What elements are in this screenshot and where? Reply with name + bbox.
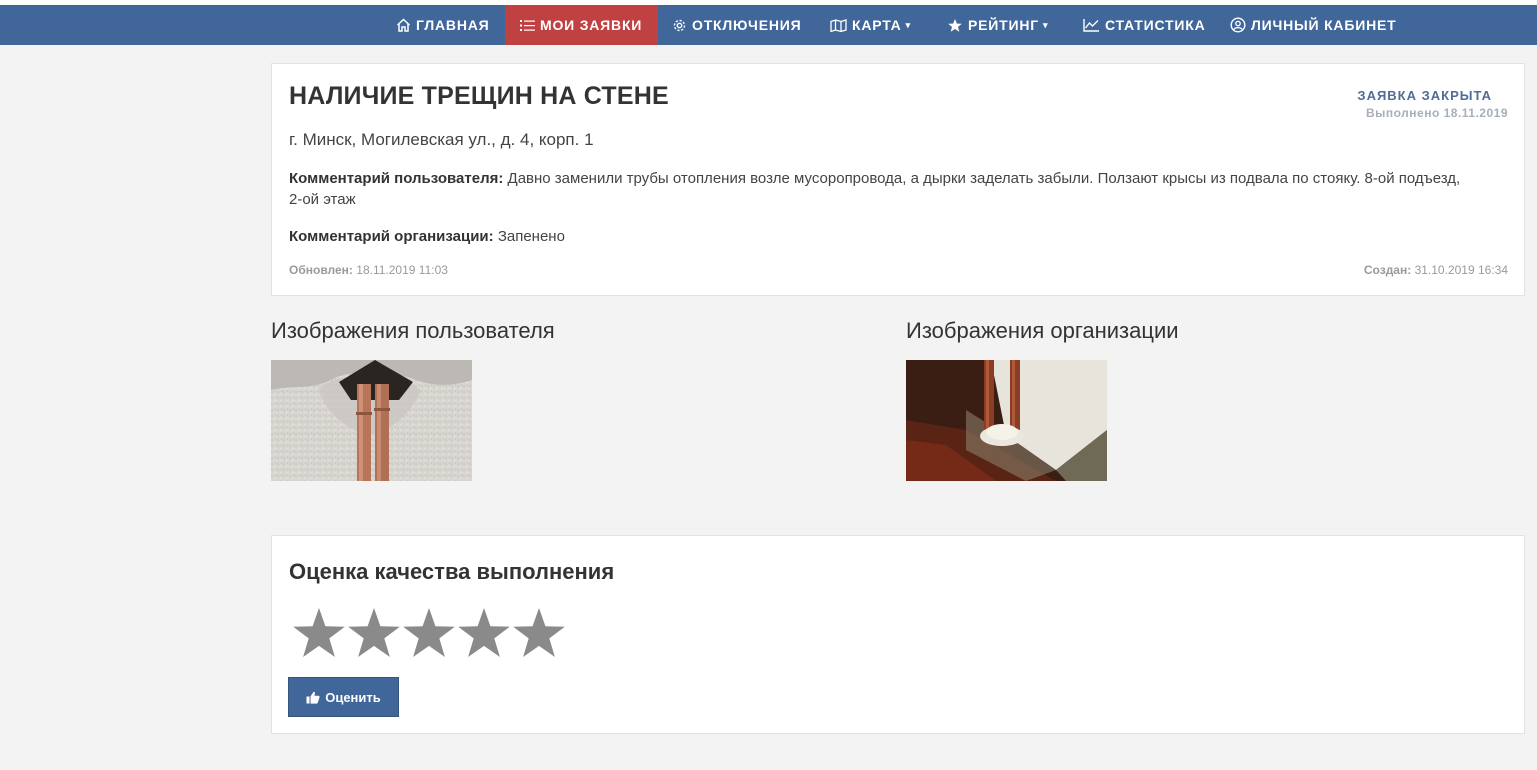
org-images-title: Изображения организации	[906, 318, 1179, 343]
request-address: г. Минск, Могилевская ул., д. 4, корп. 1	[289, 130, 594, 149]
star-rating	[291, 604, 566, 662]
rate-button-label: Оценить	[325, 689, 381, 705]
star-icon	[292, 608, 345, 657]
star-5[interactable]	[511, 604, 566, 662]
user-comment-label: Комментарий пользователя:	[289, 170, 504, 187]
thumbs-up-icon	[306, 691, 320, 704]
star-icon	[512, 608, 565, 657]
org-comment: Комментарий организации: Запенено	[289, 226, 565, 247]
user-icon	[1230, 17, 1246, 33]
nav-personal-account-label: ЛИЧНЫЙ КАБИНЕТ	[1251, 17, 1397, 33]
nav-statistics[interactable]: СТАТИСТИКА	[1083, 5, 1208, 45]
updated-timestamp: Обновлен: 18.11.2019 11:03	[289, 263, 448, 277]
request-card: НАЛИЧИЕ ТРЕЩИН НА СТЕНЕ ЗАЯВКА ЗАКРЫТА В…	[271, 63, 1525, 296]
gear-icon	[673, 19, 686, 31]
nav-outages-label: ОТКЛЮЧЕНИЯ	[692, 17, 802, 33]
nav-statistics-label: СТАТИСТИКА	[1105, 17, 1206, 33]
star-1[interactable]	[291, 604, 346, 662]
star-icon	[347, 608, 400, 657]
updated-value: 18.11.2019 11:03	[356, 263, 448, 277]
nav-home-label: ГЛАВНАЯ	[416, 17, 490, 33]
org-image-thumbnail[interactable]	[906, 360, 1107, 481]
created-value: 31.10.2019 16:34	[1414, 263, 1508, 277]
chart-icon	[1083, 19, 1099, 32]
map-icon	[830, 18, 847, 32]
nav-personal-account[interactable]: ЛИЧНЫЙ КАБИНЕТ	[1230, 5, 1405, 45]
user-images-title: Изображения пользователя	[271, 318, 555, 343]
nav-map[interactable]: КАРТА ▾	[830, 5, 920, 45]
updated-label: Обновлен:	[289, 263, 353, 277]
user-comment: Комментарий пользователя: Давно заменили…	[289, 168, 1469, 210]
org-comment-label: Комментарий организации:	[289, 228, 494, 245]
home-icon	[396, 18, 411, 32]
request-title: НАЛИЧИЕ ТРЕЩИН НА СТЕНЕ	[289, 82, 669, 110]
created-timestamp: Создан: 31.10.2019 16:34	[1364, 263, 1508, 277]
star-2[interactable]	[346, 604, 401, 662]
rating-title: Оценка качества выполнения	[289, 559, 615, 584]
main-navbar: ГЛАВНАЯ МОИ ЗАЯВКИ ОТКЛЮЧЕНИЯ КАРТА ▾ РЕ…	[0, 5, 1537, 45]
nav-map-label: КАРТА	[852, 17, 902, 33]
nav-rating[interactable]: РЕЙТИНГ ▾	[947, 5, 1057, 45]
created-label: Создан:	[1363, 263, 1412, 277]
star-icon	[402, 608, 455, 657]
nav-rating-label: РЕЙТИНГ	[968, 17, 1039, 33]
user-image-thumbnail[interactable]	[271, 360, 472, 481]
star-3[interactable]	[401, 604, 456, 662]
status-completed-date: Выполнено 18.11.2019	[1365, 106, 1508, 120]
rate-button[interactable]: Оценить	[288, 677, 399, 717]
chevron-down-icon: ▾	[1043, 19, 1049, 30]
chevron-down-icon: ▾	[905, 19, 911, 30]
rating-card: Оценка качества выполнения Оценить	[271, 535, 1525, 734]
nav-my-requests[interactable]: МОИ ЗАЯВКИ	[505, 5, 658, 45]
star-icon	[457, 608, 510, 657]
nav-home[interactable]: ГЛАВНАЯ	[396, 5, 495, 45]
status-badge: ЗАЯВКА ЗАКРЫТА	[1357, 88, 1492, 103]
star-4[interactable]	[456, 604, 511, 662]
list-icon	[520, 19, 535, 31]
star-icon	[948, 18, 962, 32]
nav-my-requests-label: МОИ ЗАЯВКИ	[540, 17, 643, 33]
org-comment-text: Запенено	[497, 228, 565, 245]
nav-outages[interactable]: ОТКЛЮЧЕНИЯ	[672, 5, 804, 45]
